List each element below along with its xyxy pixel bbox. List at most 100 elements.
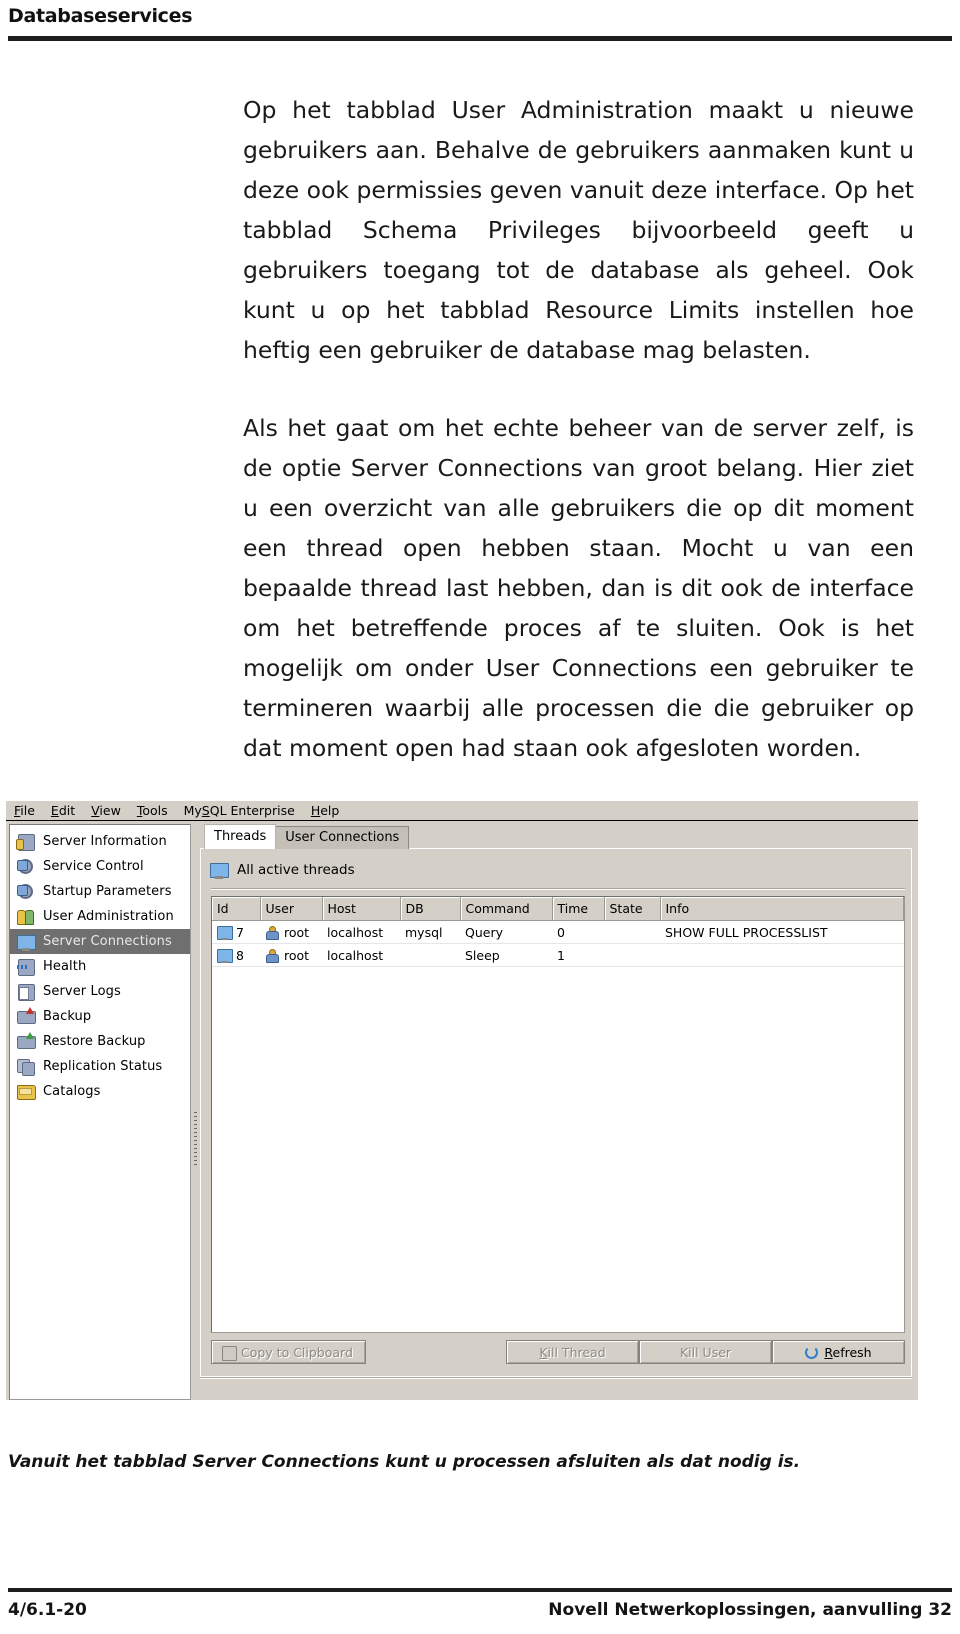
menu-item-help[interactable]: Help bbox=[311, 803, 340, 818]
footer-publication: Novell Netwerkoplossingen, aanvulling 32 bbox=[548, 1600, 952, 1620]
cell-db: mysql bbox=[400, 920, 460, 944]
sidebar-item-label: Server Information bbox=[43, 834, 167, 849]
sidebar-container: Server Information Service Control Start… bbox=[6, 822, 191, 1400]
pane-splitter[interactable] bbox=[191, 822, 200, 1400]
page-title: Databaseservices bbox=[8, 5, 193, 27]
threads-tab-panel: All active threads Id User Host DB Comma… bbox=[200, 848, 912, 1377]
menu-item-tools[interactable]: Tools bbox=[137, 803, 168, 818]
cell-id-value: 8 bbox=[236, 947, 244, 963]
sidebar-item-label: Startup Parameters bbox=[43, 884, 172, 899]
sidebar-item-label: Restore Backup bbox=[43, 1034, 146, 1049]
sidebar-item-replication-status[interactable]: Replication Status bbox=[10, 1054, 190, 1079]
sidebar-item-label: Service Control bbox=[43, 859, 144, 874]
refresh-button[interactable]: Refresh bbox=[772, 1340, 905, 1364]
cell-info: SHOW FULL PROCESSLIST bbox=[660, 920, 904, 944]
tab-strip: Threads User Connections bbox=[200, 824, 912, 849]
sidebar-item-label: Health bbox=[43, 959, 87, 974]
restore-backup-icon bbox=[16, 1031, 36, 1051]
paragraph-2: Als het gaat om het echte beheer van de … bbox=[243, 414, 914, 762]
sidebar-item-health[interactable]: Health bbox=[10, 954, 190, 979]
table-header-row: Id User Host DB Command Time State Info bbox=[212, 897, 904, 921]
column-header-user[interactable]: User bbox=[260, 897, 323, 921]
cell-user-value: root bbox=[284, 924, 310, 940]
footer-page-number: 4/6.1-20 bbox=[8, 1600, 87, 1620]
all-active-threads-icon bbox=[209, 861, 229, 879]
sidebar-item-backup[interactable]: Backup bbox=[10, 1004, 190, 1029]
action-button-bar: Copy to Clipboard Kill Thread Kill User … bbox=[211, 1339, 905, 1365]
menu-item-view[interactable]: View bbox=[91, 803, 121, 818]
kill-thread-button[interactable]: Kill Thread bbox=[506, 1340, 639, 1364]
cell-db bbox=[400, 943, 460, 967]
user-icon bbox=[265, 925, 280, 940]
caption-divider bbox=[211, 888, 905, 890]
kill-user-button[interactable]: Kill User bbox=[639, 1340, 772, 1364]
server-logs-icon bbox=[16, 983, 36, 1001]
panel-caption: All active threads bbox=[209, 857, 905, 883]
column-header-info[interactable]: Info bbox=[660, 897, 904, 921]
panel-caption-label: All active threads bbox=[237, 862, 355, 878]
sidebar-item-service-control[interactable]: Service Control bbox=[10, 854, 190, 879]
sidebar-item-server-logs[interactable]: Server Logs bbox=[10, 979, 190, 1004]
server-information-icon bbox=[16, 833, 36, 851]
sidebar-nav: Server Information Service Control Start… bbox=[9, 824, 191, 1400]
copy-to-clipboard-label: Copy to Clipboard bbox=[241, 1344, 353, 1360]
threads-grid[interactable]: Id User Host DB Command Time State Info bbox=[211, 896, 905, 1333]
cell-time: 1 bbox=[552, 943, 604, 967]
page-footer: 4/6.1-20 Novell Netwerkoplossingen, aanv… bbox=[8, 1600, 952, 1620]
cell-host: localhost bbox=[322, 943, 400, 967]
sidebar-item-server-connections[interactable]: Server Connections bbox=[10, 929, 190, 954]
cell-command: Query bbox=[460, 920, 552, 944]
header-divider bbox=[8, 36, 952, 41]
sidebar-item-restore-backup[interactable]: Restore Backup bbox=[10, 1029, 190, 1054]
menu-item-file[interactable]: File bbox=[14, 803, 35, 818]
cell-user: root bbox=[260, 943, 322, 967]
startup-parameters-icon bbox=[16, 883, 36, 901]
sidebar-item-server-information[interactable]: Server Information bbox=[10, 829, 190, 854]
table-row[interactable]: 8 root localhost Sleep 1 bbox=[212, 943, 904, 967]
tab-user-connections[interactable]: User Connections bbox=[275, 826, 410, 849]
service-control-icon bbox=[16, 858, 36, 876]
status-bar bbox=[200, 1377, 912, 1400]
cell-time: 0 bbox=[552, 920, 604, 944]
sidebar-item-user-administration[interactable]: User Administration bbox=[10, 904, 190, 929]
menu-item-mysql-enterprise[interactable]: MySQL Enterprise bbox=[184, 803, 295, 818]
cell-command: Sleep bbox=[460, 943, 552, 967]
page-header: Databaseservices bbox=[8, 4, 952, 41]
sidebar-item-label: Catalogs bbox=[43, 1084, 101, 1099]
cell-user: root bbox=[260, 920, 322, 944]
cell-user-value: root bbox=[284, 947, 310, 963]
kill-user-label: Kill User bbox=[679, 1344, 732, 1360]
user-administration-icon bbox=[16, 908, 36, 926]
backup-icon bbox=[16, 1006, 36, 1026]
thread-icon bbox=[217, 925, 233, 940]
body-text-column: Op het tabblad User Administration maakt… bbox=[243, 90, 914, 768]
sidebar-item-catalogs[interactable]: Catalogs bbox=[10, 1079, 190, 1104]
paragraph-1: Op het tabblad User Administration maakt… bbox=[243, 96, 914, 364]
kill-thread-label: Kill Thread bbox=[539, 1344, 606, 1360]
figure-caption: Vanuit het tabblad Server Connections ku… bbox=[8, 1452, 801, 1472]
cell-state bbox=[604, 943, 660, 967]
tab-threads[interactable]: Threads bbox=[204, 824, 277, 849]
column-header-id[interactable]: Id bbox=[212, 897, 261, 921]
sidebar-item-label: Server Logs bbox=[43, 984, 121, 999]
sidebar-item-startup-parameters[interactable]: Startup Parameters bbox=[10, 879, 190, 904]
user-icon bbox=[265, 948, 280, 963]
cell-info bbox=[660, 943, 904, 967]
column-header-time[interactable]: Time bbox=[552, 897, 605, 921]
cell-host: localhost bbox=[322, 920, 400, 944]
menu-bar: File Edit View Tools MySQL Enterprise He… bbox=[6, 801, 918, 821]
copy-to-clipboard-button[interactable]: Copy to Clipboard bbox=[211, 1340, 366, 1364]
column-header-host[interactable]: Host bbox=[322, 897, 401, 921]
sidebar-item-label: Backup bbox=[43, 1009, 92, 1024]
column-header-state[interactable]: State bbox=[604, 897, 661, 921]
server-connections-icon bbox=[16, 933, 36, 951]
sidebar-item-label: User Administration bbox=[43, 909, 174, 924]
refresh-icon bbox=[805, 1345, 819, 1359]
threads-table: Id User Host DB Command Time State Info bbox=[212, 897, 904, 967]
menu-item-edit[interactable]: Edit bbox=[51, 803, 75, 818]
column-header-db[interactable]: DB bbox=[400, 897, 461, 921]
column-header-command[interactable]: Command bbox=[460, 897, 553, 921]
health-icon bbox=[16, 958, 36, 976]
table-row[interactable]: 7 root localhost mysql Query 0 SHOW FULL… bbox=[212, 920, 904, 944]
footer-divider bbox=[8, 1588, 952, 1592]
